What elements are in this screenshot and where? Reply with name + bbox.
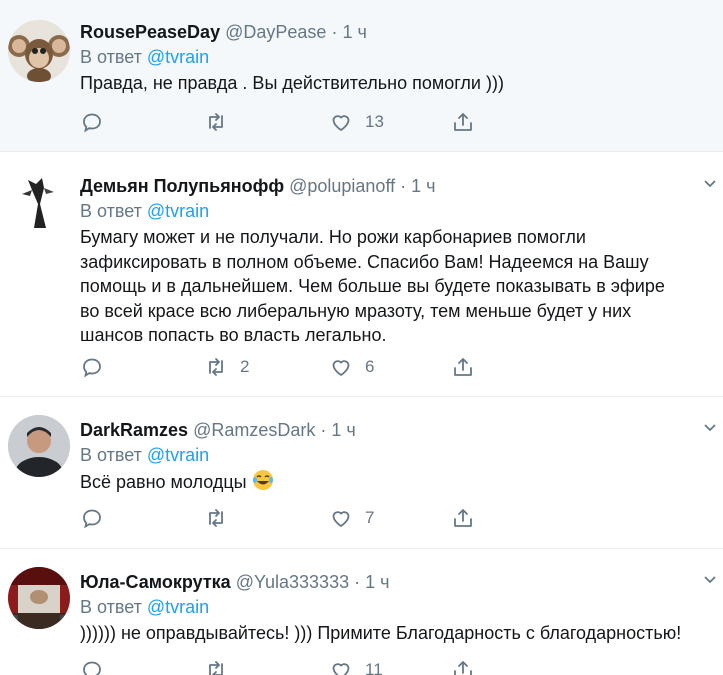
- sculpture-avatar-icon: [8, 170, 70, 232]
- tweet-actions: 13: [80, 109, 500, 135]
- reply-prefix: В ответ: [80, 47, 142, 67]
- like-count: 11: [365, 660, 383, 675]
- tweet-header: Демьян Полупьянофф @polupianoff · 1 ч: [80, 175, 683, 197]
- timestamp[interactable]: 1 ч: [331, 420, 355, 440]
- reply-context: В ответ @tvrain: [80, 444, 683, 466]
- reply-context: В ответ @tvrain: [80, 596, 683, 618]
- like-button[interactable]: 13: [329, 109, 384, 135]
- reply-prefix: В ответ: [80, 445, 142, 465]
- tweet[interactable]: DarkRamzes @RamzesDark · 1 ч В ответ @tv…: [0, 397, 723, 549]
- like-button[interactable]: 7: [329, 505, 374, 531]
- tweet-header: RousePeaseDay @DayPease · 1 ч: [80, 21, 683, 43]
- user-handle[interactable]: @RamzesDark: [193, 420, 315, 440]
- like-count: 13: [365, 112, 384, 131]
- user-handle[interactable]: @polupianoff: [289, 176, 395, 196]
- retweet-icon: [209, 113, 223, 131]
- tweet-actions: 11: [80, 657, 500, 675]
- retweet-icon: [209, 509, 223, 527]
- avatar[interactable]: [8, 415, 70, 477]
- reply-button[interactable]: [80, 109, 116, 135]
- reply-context: В ответ @tvrain: [80, 46, 683, 68]
- display-name[interactable]: RousePeaseDay: [80, 22, 220, 42]
- reply-button[interactable]: [80, 657, 116, 675]
- retweet-button[interactable]: [204, 657, 240, 675]
- reply-icon: [83, 113, 101, 133]
- mention-link[interactable]: @tvrain: [147, 201, 209, 221]
- share-icon: [454, 113, 472, 131]
- user-handle[interactable]: @DayPease: [225, 22, 326, 42]
- share-icon: [454, 358, 472, 376]
- avatar[interactable]: [8, 567, 70, 629]
- like-count: 6: [365, 357, 375, 376]
- reply-icon: [83, 358, 101, 378]
- tweet-text: Бумагу может и не получали. Но рожи карб…: [80, 227, 665, 345]
- avatar[interactable]: [8, 170, 70, 232]
- share-icon: [454, 509, 472, 527]
- tweet-actions: 7: [80, 505, 500, 531]
- reply-button[interactable]: [80, 505, 116, 531]
- tweet-header: DarkRamzes @RamzesDark · 1 ч: [80, 419, 683, 441]
- separator-dot: ·: [331, 22, 338, 42]
- share-button[interactable]: [451, 657, 475, 675]
- chevron-down-icon[interactable]: [703, 179, 717, 189]
- reply-icon: [83, 661, 101, 675]
- timestamp[interactable]: 1 ч: [342, 22, 366, 42]
- stage-avatar-icon: [8, 567, 70, 629]
- heart-icon: [332, 360, 350, 376]
- display-name[interactable]: Юла-Самокрутка: [80, 572, 231, 592]
- like-count: 7: [365, 508, 375, 527]
- mention-link[interactable]: @tvrain: [147, 597, 209, 617]
- tweet[interactable]: Демьян Полупьянофф @polupianoff · 1 ч В …: [0, 152, 723, 397]
- retweet-icon: [209, 661, 223, 675]
- retweet-icon: [209, 358, 223, 376]
- timestamp[interactable]: 1 ч: [411, 176, 435, 196]
- person-avatar-icon: [8, 415, 70, 477]
- heart-icon: [332, 115, 350, 131]
- separator-dot: ·: [320, 420, 327, 440]
- reply-prefix: В ответ: [80, 201, 142, 221]
- separator-dot: ·: [400, 176, 407, 196]
- chevron-down-icon[interactable]: [703, 423, 717, 433]
- tweet-actions: 2 6: [80, 354, 500, 380]
- mention-link[interactable]: @tvrain: [147, 445, 209, 465]
- reply-icon: [83, 509, 101, 529]
- reply-context: В ответ @tvrain: [80, 200, 683, 222]
- display-name[interactable]: DarkRamzes: [80, 420, 188, 440]
- heart-icon: [332, 663, 350, 675]
- share-button[interactable]: [451, 109, 475, 135]
- share-icon: [454, 661, 472, 675]
- like-button[interactable]: 6: [329, 354, 374, 380]
- separator-dot: ·: [354, 572, 361, 592]
- reply-prefix: В ответ: [80, 597, 142, 617]
- tears-of-joy-emoji-icon: [252, 469, 274, 498]
- display-name[interactable]: Демьян Полупьянофф: [80, 176, 284, 196]
- like-button[interactable]: 11: [329, 657, 383, 675]
- tweet-header: Юла-Самокрутка @Yula333333 · 1 ч: [80, 571, 683, 593]
- mention-link[interactable]: @tvrain: [147, 47, 209, 67]
- tweet[interactable]: Юла-Самокрутка @Yula333333 · 1 ч В ответ…: [0, 549, 723, 675]
- tweet-text: Всё равно молодцы: [80, 472, 247, 492]
- tweet-text: )))))) не оправдывайтесь! ))) Примите Бл…: [80, 623, 682, 643]
- tweet[interactable]: RousePeaseDay @DayPease · 1 ч В ответ @t…: [0, 0, 723, 152]
- chevron-down-icon[interactable]: [703, 575, 717, 585]
- tweet-text: Правда, не правда . Вы действительно пом…: [80, 73, 504, 93]
- avatar[interactable]: [8, 20, 70, 82]
- tweet-text-row: Всё равно молодцы: [80, 469, 683, 498]
- retweet-button[interactable]: 2: [204, 354, 249, 380]
- heart-icon: [332, 511, 350, 527]
- cheburashka-avatar-icon: [8, 20, 70, 82]
- retweet-count: 2: [240, 357, 250, 376]
- share-button[interactable]: [451, 505, 475, 531]
- user-handle[interactable]: @Yula333333: [236, 572, 349, 592]
- retweet-button[interactable]: [204, 109, 240, 135]
- reply-button[interactable]: [80, 354, 116, 380]
- share-button[interactable]: [451, 354, 475, 380]
- retweet-button[interactable]: [204, 505, 240, 531]
- timestamp[interactable]: 1 ч: [365, 572, 389, 592]
- reply-feed: RousePeaseDay @DayPease · 1 ч В ответ @t…: [0, 0, 723, 675]
